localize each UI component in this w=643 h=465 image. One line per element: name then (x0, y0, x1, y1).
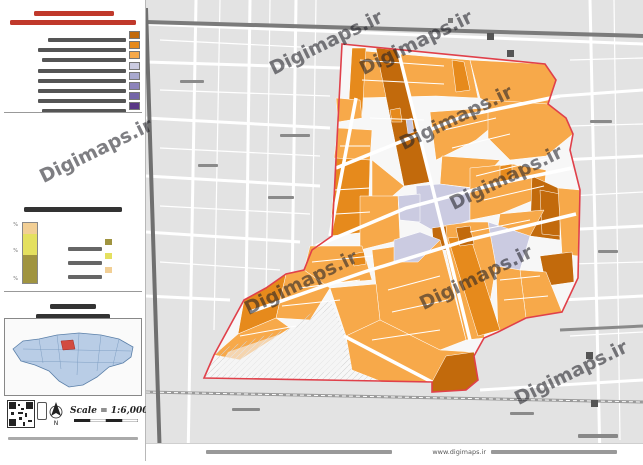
legend-subtitle (6, 12, 140, 25)
legend-class-swatch (129, 31, 140, 39)
credits-site-link[interactable]: www.digimaps.ir (336, 448, 486, 459)
chart-legend-row (58, 252, 142, 265)
legend-class-label (8, 61, 126, 73)
chart-legend-row (58, 266, 142, 279)
legend-class-row (4, 61, 142, 73)
district-11-highlight (60, 339, 76, 351)
chart-tick-top: % (13, 222, 18, 228)
legend-class-swatch (129, 41, 140, 49)
qr-code (7, 400, 35, 428)
district-subtitle (6, 306, 140, 319)
parking-icon[interactable] (487, 33, 494, 40)
chart-segment-middle (23, 234, 37, 255)
legend-subtitle-text (10, 20, 136, 25)
legend-divider-2 (4, 291, 142, 292)
map-svg[interactable] (144, 0, 643, 462)
north-arrow-icon: N (49, 402, 63, 427)
chart-legend-label (62, 238, 102, 251)
chart-legend-swatch (105, 253, 112, 259)
chart-legend-row (58, 238, 142, 251)
chart-tick-bottom: % (13, 276, 18, 282)
chart-segment-lower (23, 255, 37, 283)
legend-class-row (4, 30, 142, 42)
legend-class-label (8, 71, 126, 83)
chart-legend-swatch (105, 239, 112, 245)
station-label (578, 434, 618, 438)
chart-tick-mid: % (13, 248, 18, 254)
parking-icon[interactable] (591, 400, 598, 407)
tehran-inset-svg (12, 332, 134, 388)
scale-label: Scale = 1:6,000 (70, 406, 149, 416)
chart-heading (6, 199, 140, 212)
legend-class-swatch (129, 72, 140, 80)
legend-class-row (4, 81, 142, 93)
legend-class-label (8, 30, 126, 42)
legend-title (6, 3, 140, 16)
parcel-block[interactable] (557, 187, 581, 257)
logo-emblem (37, 402, 47, 420)
north-arrow: N (48, 400, 64, 427)
map-canvas[interactable]: Digimaps.ir Digimaps.ir Digimaps.ir Digimap… (36, 0, 643, 462)
qr-code-svg (9, 402, 33, 426)
legend-panel: % % % N Scale = 1:6,000 (0, 0, 149, 461)
legend-footer-note (8, 437, 138, 440)
legend-class-label (8, 50, 126, 62)
parcel-block[interactable] (335, 97, 363, 123)
ownership-bar-chart (22, 222, 38, 284)
legend-class-swatch (129, 102, 140, 110)
legend-class-label (8, 91, 126, 103)
parcel-block[interactable] (389, 107, 403, 123)
legend-class-row (4, 71, 142, 83)
legend-class-swatch (129, 62, 140, 70)
legend-class-swatch (129, 82, 140, 90)
legend-class-row (4, 40, 142, 52)
legend-class-row (4, 91, 142, 103)
legend-class-swatch (129, 51, 140, 59)
legend-class-label (8, 81, 126, 93)
district-title (6, 296, 140, 309)
parcel-block[interactable] (539, 189, 561, 237)
chart-legend-label (62, 266, 102, 279)
legend-class-swatch (129, 92, 140, 100)
chart-legend-label (62, 252, 102, 265)
north-label: N (54, 420, 59, 426)
chart-segment-upper (23, 223, 37, 234)
chart-heading-text (24, 207, 122, 212)
legend-class-label (8, 40, 126, 52)
chart-legend-swatch (105, 267, 112, 273)
legend-class-label (8, 101, 126, 113)
tehran-inset-map (4, 318, 142, 396)
parking-icon[interactable] (507, 50, 514, 57)
legend-class-row (4, 50, 142, 62)
scale-bar (74, 419, 138, 422)
credits-text-right (491, 450, 617, 454)
credits-bar: www.digimaps.ir (146, 443, 643, 461)
legend-divider (4, 112, 142, 113)
legend-class-row (4, 101, 142, 113)
